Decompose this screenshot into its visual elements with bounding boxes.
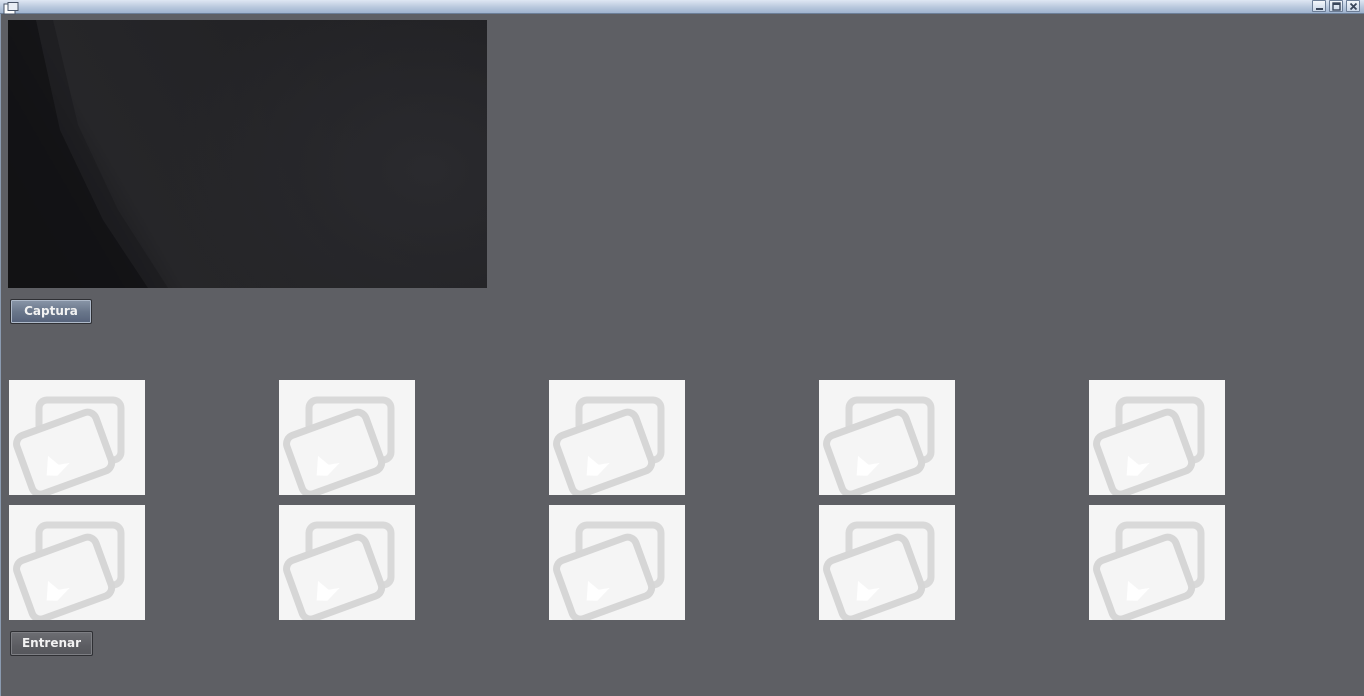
title-bar[interactable] — [0, 0, 1364, 15]
thumbnail-slot — [9, 505, 145, 620]
thumbnail-slot — [819, 380, 955, 495]
thumbnail-slot — [549, 380, 685, 495]
capture-button[interactable]: Captura — [10, 299, 92, 324]
close-button[interactable] — [1346, 0, 1360, 12]
image-placeholder-icon — [823, 521, 935, 620]
window-border — [0, 14, 1, 696]
image-placeholder-icon — [13, 521, 125, 620]
thumbnail-slot — [279, 380, 415, 495]
thumbnail-slot — [279, 505, 415, 620]
app-window: Captura Entrenar — [0, 0, 1364, 696]
image-placeholder-icon — [283, 521, 395, 620]
maximize-button[interactable] — [1329, 0, 1343, 12]
image-placeholder-icon — [823, 396, 935, 495]
image-placeholder-icon — [553, 396, 665, 495]
image-placeholder-icon — [13, 396, 125, 495]
image-placeholder-icon — [283, 396, 395, 495]
minimize-button[interactable] — [1312, 0, 1326, 12]
thumbnail-slot — [549, 505, 685, 620]
camera-preview — [8, 20, 487, 288]
camera-feed-shadow — [8, 20, 168, 288]
thumbnail-slot — [819, 505, 955, 620]
thumbnail-slot — [9, 380, 145, 495]
thumbnail-slot — [1089, 505, 1225, 620]
train-button[interactable]: Entrenar — [10, 631, 93, 656]
maximize-icon — [1332, 2, 1341, 11]
minimize-icon — [1316, 8, 1323, 10]
close-icon — [1349, 2, 1358, 11]
image-placeholder-icon — [553, 521, 665, 620]
image-placeholder-icon — [1093, 396, 1205, 495]
app-icon — [3, 0, 19, 15]
image-placeholder-icon — [1093, 521, 1205, 620]
thumbnail-slot — [1089, 380, 1225, 495]
